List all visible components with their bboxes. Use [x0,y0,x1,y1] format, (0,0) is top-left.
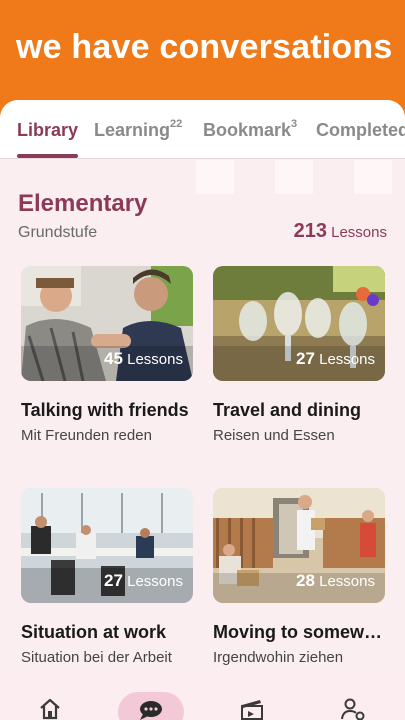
card-lesson-count: 27 Lessons [296,349,375,368]
card-subtitle: Irgendwohin ziehen [213,649,344,666]
decor-tile [196,160,234,194]
tab-learning[interactable]: Learning22 [94,118,183,141]
card-lesson-count: 45 Lessons [104,349,183,368]
card-title[interactable]: Moving to somewhere [213,622,385,643]
home-icon [40,698,60,720]
decor-tile [275,160,313,194]
tab-completed[interactable]: Completed [316,120,405,141]
section-lesson-count: 213 Lessons [293,220,387,242]
tab-library[interactable]: Library [17,120,78,141]
card-title[interactable]: Travel and dining [213,400,385,421]
banner-title: we have conversations [16,28,393,66]
section-title: Elementary [18,190,148,217]
chat-icon [140,701,162,720]
card-lesson-count: 28 Lessons [296,571,375,590]
section-subtitle: Grundstufe [18,224,98,241]
content-sheet: Library Learning22 Bookmark3 Completed E… [0,100,405,720]
nav-videos[interactable] [232,692,272,720]
course-card-image-moving[interactable]: 28 Lessons [213,488,385,603]
course-card-image-travel[interactable]: 27 Lessons [213,266,385,381]
tab-bookmark[interactable]: Bookmark3 [203,118,298,141]
bottom-nav [0,678,405,720]
card-subtitle: Situation bei der Arbeit [21,649,172,666]
course-card-image-work[interactable]: 27 Lessons [21,488,193,603]
tab-learning-count: 22 [170,118,183,130]
decor-tile [354,160,392,194]
nav-conversations[interactable] [131,692,171,720]
user-settings-icon [341,698,365,720]
card-lesson-count: 27 Lessons [104,571,183,590]
course-card-image-friends[interactable]: 45 Lessons [21,266,193,381]
tab-bar: Library Learning22 Bookmark3 Completed [0,100,405,159]
nav-profile-settings[interactable] [333,692,373,720]
clapperboard-icon [241,700,263,720]
tab-bookmark-count: 3 [291,118,298,130]
card-subtitle: Reisen und Essen [213,427,335,444]
nav-home[interactable] [30,692,70,720]
active-tab-indicator [17,154,78,158]
card-title[interactable]: Talking with friends [21,400,193,421]
card-title[interactable]: Situation at work [21,622,193,643]
card-subtitle: Mit Freunden reden [21,427,152,444]
